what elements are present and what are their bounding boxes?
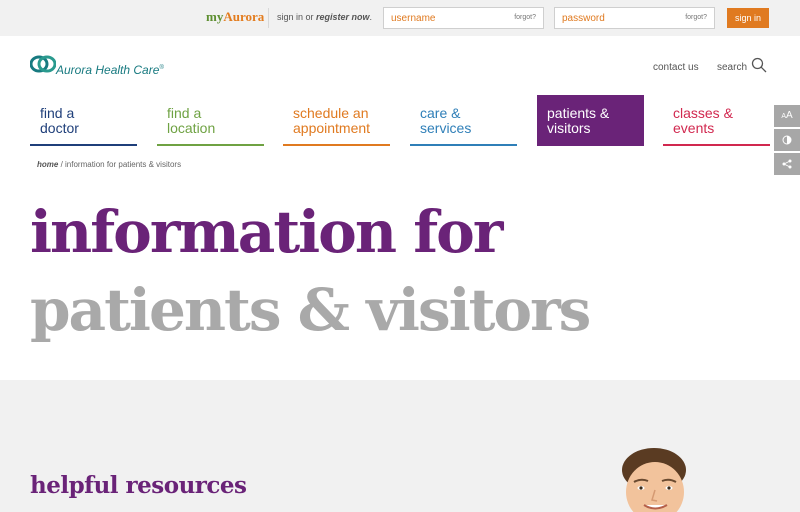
text-size-button[interactable]: AA xyxy=(774,105,800,127)
username-forgot-link[interactable]: forgot? xyxy=(514,14,536,21)
divider xyxy=(268,8,269,28)
logo-text: Aurora Health Care® xyxy=(56,63,164,77)
aurora-logo-icon xyxy=(30,55,56,73)
myaurora-logo[interactable]: myAurora xyxy=(206,9,264,25)
register-link[interactable]: register now xyxy=(316,12,370,22)
login-bar: myAurora sign in or register now. forgot… xyxy=(0,0,800,36)
breadcrumb-home-link[interactable]: home xyxy=(37,160,58,169)
share-button[interactable] xyxy=(774,153,800,175)
page-title-line-1: information for xyxy=(30,198,503,266)
contrast-button[interactable] xyxy=(774,129,800,151)
nav-find-a-doctor[interactable]: find a doctor xyxy=(30,95,137,146)
breadcrumb: home / information for patients & visito… xyxy=(37,160,182,169)
person-photo xyxy=(610,448,700,512)
contrast-icon xyxy=(782,135,792,145)
nav-schedule-appointment[interactable]: schedule an appointment xyxy=(283,95,390,146)
page-title-line-2: patients & visitors xyxy=(30,276,591,344)
share-icon xyxy=(782,159,792,169)
username-field-wrapper: forgot? xyxy=(383,7,544,29)
helpful-resources-heading: helpful resources xyxy=(30,472,247,499)
text-size-icon: AA xyxy=(781,110,793,121)
nav-patients-visitors[interactable]: patients & visitors xyxy=(537,95,644,146)
signin-prompt: sign in or register now. xyxy=(277,12,373,22)
nav-classes-events[interactable]: classes & events xyxy=(663,95,770,146)
contact-us-link[interactable]: contact us xyxy=(653,62,699,73)
nav-care-services[interactable]: care & services xyxy=(410,95,517,146)
password-forgot-link[interactable]: forgot? xyxy=(685,14,707,21)
nav-find-a-location[interactable]: find a location xyxy=(157,95,264,146)
breadcrumb-current: information for patients & visitors xyxy=(65,160,182,169)
aurora-health-care-logo[interactable]: Aurora Health Care® xyxy=(30,55,190,79)
search-link[interactable]: search xyxy=(717,62,747,73)
sign-in-button[interactable]: sign in xyxy=(727,8,769,28)
search-icon[interactable] xyxy=(751,57,767,73)
password-field-wrapper: forgot? xyxy=(554,7,715,29)
